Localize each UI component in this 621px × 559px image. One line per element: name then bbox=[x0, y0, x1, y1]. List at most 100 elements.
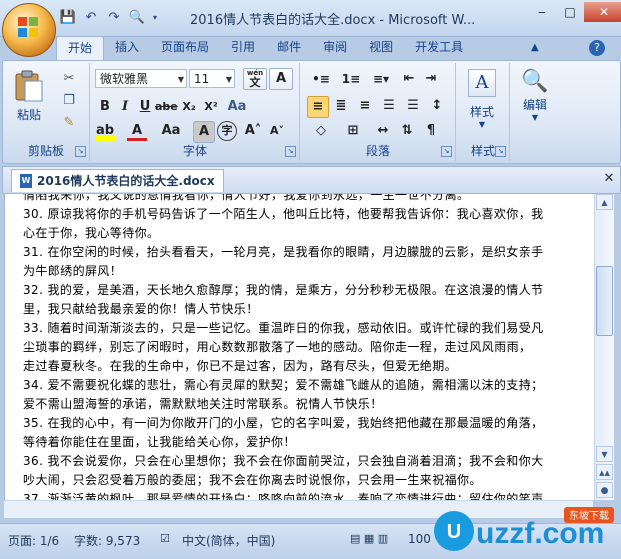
decrease-indent-icon[interactable]: ⇤ bbox=[399, 69, 419, 89]
tab-developer[interactable]: 开发工具 bbox=[404, 36, 474, 60]
cut-icon[interactable]: ✂ bbox=[59, 69, 79, 89]
multilevel-list-icon[interactable]: ≡▾ bbox=[367, 69, 395, 89]
redo-icon[interactable]: ↷ bbox=[104, 8, 124, 28]
align-center-icon[interactable]: ≣ bbox=[331, 96, 351, 116]
ribbon-tabs: 开始 插入 页面布局 引用 邮件 审阅 视图 开发工具 bbox=[56, 36, 474, 62]
scrollbar-thumb[interactable] bbox=[596, 266, 613, 336]
line-spacing-icon[interactable]: ↕ bbox=[427, 96, 447, 116]
document-line[interactable]: 情陷我来你，我又说的恩情我看你，情人节好，我爱你到永远，一生一世不分离。 bbox=[23, 194, 589, 205]
sort-icon[interactable]: ⇅ bbox=[397, 121, 417, 141]
document-line[interactable]: 尘琐事的羁绊，别忘了闲暇时，用心数数那散落了一地的感动。陪你走一程，走过风风雨雨… bbox=[23, 338, 589, 357]
document-line[interactable]: 为牛郎绣的屏风！ bbox=[23, 262, 589, 281]
document-line[interactable]: 心在于你，我心等待你。 bbox=[23, 224, 589, 243]
strikethrough-icon[interactable]: abe bbox=[155, 97, 178, 117]
tab-review[interactable]: 审阅 bbox=[312, 36, 358, 60]
browse-object-icon[interactable]: ● bbox=[596, 482, 613, 498]
tab-mailings[interactable]: 邮件 bbox=[266, 36, 312, 60]
document-line[interactable]: 走过春夏秋冬。在我的生命中，你已不是过客，因为，路有尽头，但爱无绝期。 bbox=[23, 357, 589, 376]
styles-icon: A bbox=[468, 69, 496, 97]
previous-page-icon[interactable]: ▲▲ bbox=[596, 464, 613, 480]
document-line[interactable]: 34. 爱不需要祝化蝶的悲壮，需心有灵犀的默契；爱不需雄飞雌从的追随，需相濡以沫… bbox=[23, 376, 589, 395]
qat-customize-icon[interactable]: ▾ bbox=[150, 8, 160, 28]
word-count[interactable]: 字数: 9,573 bbox=[74, 532, 140, 549]
close-button[interactable]: ✕ bbox=[584, 2, 621, 22]
tab-references[interactable]: 引用 bbox=[220, 36, 266, 60]
help-icon[interactable]: ? bbox=[589, 40, 605, 56]
font-color-icon[interactable]: A bbox=[127, 121, 147, 141]
document-close-icon[interactable]: ✕ bbox=[601, 171, 617, 187]
style-launcher-icon[interactable]: ↘ bbox=[495, 146, 506, 157]
print-preview-icon[interactable]: 🔍 bbox=[127, 8, 147, 28]
increase-indent-icon[interactable]: ⇥ bbox=[421, 69, 441, 89]
font-name-combo[interactable]: 微软雅黑 ▼ bbox=[95, 69, 187, 88]
justify-icon[interactable]: ☰ bbox=[379, 96, 399, 116]
scroll-down-icon[interactable]: ▼ bbox=[596, 446, 613, 462]
underline-icon[interactable]: U bbox=[135, 97, 155, 117]
distribute-icon[interactable]: ☰ bbox=[403, 96, 423, 116]
highlight-icon[interactable]: ab bbox=[95, 121, 115, 141]
document-text[interactable]: 情陷我来你，我又说的恩情我看你，情人节好，我爱你到永远，一生一世不分离。 30. … bbox=[23, 194, 589, 500]
clipboard-launcher-icon[interactable]: ↘ bbox=[75, 146, 86, 157]
document-line[interactable]: 等待着你能住在里面，让我能给关心你，爱护你！ bbox=[23, 433, 589, 452]
chinese-layout-icon[interactable]: ↔ bbox=[373, 121, 393, 141]
align-right-icon[interactable]: ≡ bbox=[355, 96, 375, 116]
document-tab[interactable]: W 2016情人节表白的话大全.docx bbox=[11, 169, 224, 192]
document-line[interactable]: 吵大闹，只会忍受着万般的委屈；我不会在你离去时说恨你，只会用一生来祝福你。 bbox=[23, 471, 589, 490]
ribbon: 粘贴 ✂ ❐ ✎ 剪贴板 ↘ 微软雅黑 ▼ 11 ▼ wén 文 A B I U ab… bbox=[2, 60, 621, 164]
editing-button[interactable]: 🔍 编辑 ▼ bbox=[515, 67, 555, 133]
document-line[interactable]: 35. 在我的心中，有一间为你敞开门的小屋，它的名字叫爱，我始终把他藏在那最温暖… bbox=[23, 414, 589, 433]
proofing-icon[interactable]: ☑ bbox=[160, 532, 170, 545]
document-line[interactable]: 爱不需山盟海誓的承诺，需默默地关注时常联系。祝情人节快乐！ bbox=[23, 395, 589, 414]
document-line[interactable]: 37. 渐渐泛黄的枫叶，那是爱情的开场白；咚咚向前的流水，奏响了恋情进行曲；留住… bbox=[23, 490, 589, 500]
paragraph-launcher-icon[interactable]: ↘ bbox=[441, 146, 452, 157]
char-border-icon[interactable]: A bbox=[269, 68, 293, 90]
enclose-char-icon[interactable]: 字 bbox=[217, 121, 237, 141]
tab-view[interactable]: 视图 bbox=[358, 36, 404, 60]
minimize-button[interactable]: ‒ bbox=[528, 2, 556, 22]
font-launcher-icon[interactable]: ↘ bbox=[285, 146, 296, 157]
borders-icon[interactable]: ⊞ bbox=[339, 121, 367, 141]
document-area[interactable]: 情陷我来你，我又说的恩情我看你，情人节好，我爱你到永远，一生一世不分离。 30. … bbox=[4, 194, 594, 500]
show-marks-icon[interactable]: ¶ bbox=[421, 121, 441, 141]
page-indicator[interactable]: 页面: 1/6 bbox=[8, 532, 59, 549]
phonetic-guide-button[interactable]: wén 文 bbox=[243, 68, 267, 90]
office-button[interactable] bbox=[2, 3, 56, 57]
save-icon[interactable]: 💾 bbox=[58, 8, 78, 28]
scroll-up-icon[interactable]: ▲ bbox=[596, 194, 613, 210]
superscript-icon[interactable]: X² bbox=[201, 97, 221, 117]
document-line[interactable]: 里，我只献给我最亲爱的你！情人节快乐！ bbox=[23, 300, 589, 319]
shrink-font-icon[interactable]: A˅ bbox=[267, 121, 287, 141]
shading-icon[interactable]: ◇ bbox=[307, 121, 335, 141]
tab-page-layout[interactable]: 页面布局 bbox=[150, 36, 220, 60]
grow-font-icon[interactable]: A˄ bbox=[243, 121, 263, 141]
zoom-level[interactable]: 100 bbox=[408, 532, 431, 546]
document-line[interactable]: 36. 我不会说爱你，只会在心里想你；我不会在你面前哭泣，只会独自淌着泪滴；我不… bbox=[23, 452, 589, 471]
italic-icon[interactable]: I bbox=[115, 97, 135, 117]
undo-icon[interactable]: ↶ bbox=[81, 8, 101, 28]
language-indicator[interactable]: 中文(简体，中国) bbox=[182, 532, 275, 549]
change-case-dropdown-icon[interactable]: Aa bbox=[157, 121, 185, 141]
vertical-scrollbar[interactable]: ▲ ▼ ▲▲ ● bbox=[594, 194, 614, 500]
align-left-icon[interactable]: ≡ bbox=[307, 96, 329, 118]
view-buttons-icon[interactable]: ▤ ▦ ▥ bbox=[350, 532, 388, 545]
font-size-combo[interactable]: 11 ▼ bbox=[189, 69, 235, 88]
format-painter-icon[interactable]: ✎ bbox=[59, 113, 79, 133]
paragraph-group: •≡ 1≡ ≡▾ ⇤ ⇥ ≡ ≣ ≡ ☰ ☰ ↕ ◇ ⊞ ↔ ⇅ ¶ 段落 ↘ bbox=[301, 63, 456, 161]
char-shading-icon[interactable]: A bbox=[193, 121, 215, 143]
document-line[interactable]: 33. 随着时间渐渐淡去的，只是一些记忆。重温昨日的你我，感动依旧。或许忙碌的我… bbox=[23, 319, 589, 338]
numbering-icon[interactable]: 1≡ bbox=[337, 69, 365, 89]
change-case-icon[interactable]: Aa bbox=[227, 97, 247, 117]
bullets-icon[interactable]: •≡ bbox=[307, 69, 335, 89]
tab-insert[interactable]: 插入 bbox=[104, 36, 150, 60]
ribbon-minimize-icon[interactable]: ▲ bbox=[531, 42, 539, 53]
document-line[interactable]: 32. 我的爱，是美酒，天长地久愈醇厚；我的情，是乘方，分分秒秒无极限。在这浪漫… bbox=[23, 281, 589, 300]
subscript-icon[interactable]: X₂ bbox=[179, 97, 199, 117]
bold-icon[interactable]: B bbox=[95, 97, 115, 117]
document-line[interactable]: 31. 在你空闲的时候，抬头看看天，一轮月亮，是我看你的眼睛，月边朦胧的云影，是… bbox=[23, 243, 589, 262]
maximize-button[interactable]: □ bbox=[556, 2, 584, 22]
tab-home[interactable]: 开始 bbox=[56, 36, 105, 62]
paste-button[interactable]: 粘贴 bbox=[9, 67, 49, 131]
styles-button[interactable]: A 样式 ▼ bbox=[463, 67, 501, 133]
copy-icon[interactable]: ❐ bbox=[59, 91, 79, 111]
document-line[interactable]: 30. 原谅我将你的手机号码告诉了一个陌生人，他叫丘比特，他要帮我告诉你：我心喜… bbox=[23, 205, 589, 224]
